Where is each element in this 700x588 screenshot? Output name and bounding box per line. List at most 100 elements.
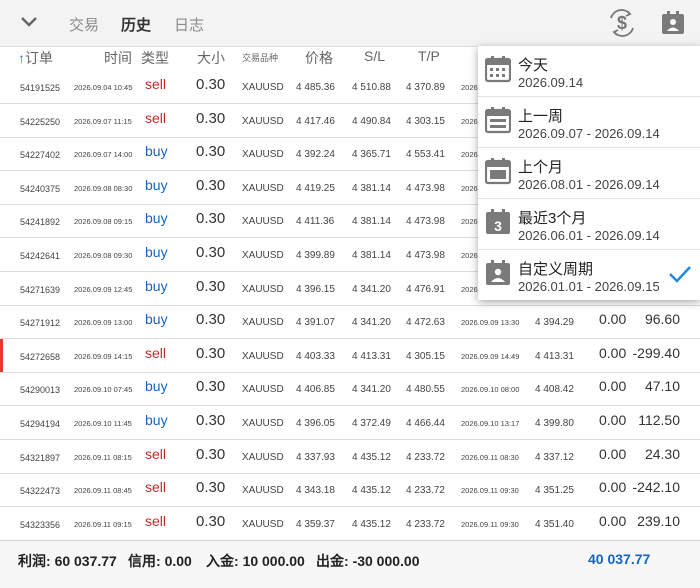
stop-loss: 4 381.14 bbox=[352, 250, 391, 261]
open-time: 2026.09.07 14:00 bbox=[74, 150, 133, 160]
lot-size: 0.30 bbox=[196, 143, 226, 161]
trade-type: buy bbox=[145, 176, 168, 193]
trade-type: buy bbox=[145, 277, 168, 294]
column-symbol[interactable]: 交易品种 bbox=[242, 51, 278, 64]
stop-loss: 4 435.12 bbox=[352, 485, 391, 497]
trade-type: sell bbox=[145, 344, 167, 361]
order-id: 54272658 bbox=[20, 351, 61, 362]
open-time: 2026.09.11 08:45 bbox=[74, 486, 132, 496]
period-item-last-week[interactable]: 上一周 2026.09.07 - 2026.09.14 bbox=[478, 97, 700, 148]
close-time: 2026.09.10 08:00 bbox=[461, 385, 520, 395]
table-row[interactable]: 54272658 2026.09.09 14:15 sell 0.30 XAUUSD 4 … bbox=[0, 338, 700, 373]
period-item-last-month[interactable]: 上个月 2026.08.01 - 2026.09.14 bbox=[478, 148, 700, 199]
column-type[interactable]: 类型 bbox=[141, 48, 169, 68]
top-bar: 交易 历史 日志 $ bbox=[0, 0, 700, 47]
table-row[interactable]: 54321897 2026.09.11 08:15 sell 0.30 XAUUSD 4 … bbox=[0, 440, 700, 474]
currency-exchange-icon[interactable]: $ bbox=[608, 9, 636, 37]
open-price: 4 337.93 bbox=[296, 451, 335, 463]
stop-loss: 4 381.14 bbox=[352, 182, 391, 194]
open-price: 4 403.33 bbox=[296, 350, 335, 362]
close-time: 2026.09.10 13:17 bbox=[461, 419, 520, 428]
period-title: 今天 bbox=[518, 57, 549, 74]
column-price[interactable]: 价格 bbox=[305, 48, 333, 68]
lot-size: 0.30 bbox=[196, 311, 226, 329]
close-price: 4 394.29 bbox=[535, 317, 574, 329]
period-range: 2026.09.07 - 2026.09.14 bbox=[518, 126, 660, 141]
column-size[interactable]: 大小 bbox=[197, 48, 225, 68]
column-time[interactable]: 时间 bbox=[104, 48, 132, 68]
profit: 47.10 bbox=[644, 378, 680, 395]
profit: -242.10 bbox=[632, 479, 680, 496]
summary-bar: 利润: 60 037.77 信用: 0.00 入金: 10 000.00 出金:… bbox=[0, 540, 700, 588]
calendar-3-icon: 3 bbox=[486, 209, 510, 234]
symbol: XAUUSD bbox=[242, 250, 284, 261]
commission: 0.00 bbox=[599, 311, 627, 328]
period-range: 2026.08.01 - 2026.09.14 bbox=[518, 177, 660, 192]
lot-size: 0.30 bbox=[196, 176, 226, 194]
symbol: XAUUSD bbox=[242, 350, 284, 362]
profit: 239.10 bbox=[637, 512, 680, 529]
deposit-label: 入金: bbox=[206, 553, 239, 569]
withdraw-label: 出金: bbox=[316, 553, 349, 569]
open-price: 4 396.15 bbox=[296, 283, 335, 295]
order-id: 54242641 bbox=[20, 251, 61, 261]
deposit-summary: 入金: 10 000.00 bbox=[206, 551, 305, 571]
trade-type: sell bbox=[145, 76, 167, 92]
tab-journal[interactable]: 日志 bbox=[174, 14, 204, 35]
stop-loss: 4 372.49 bbox=[352, 418, 391, 429]
open-price: 4 485.36 bbox=[296, 82, 335, 93]
symbol: XAUUSD bbox=[242, 317, 284, 329]
order-id: 54323356 bbox=[20, 519, 61, 530]
lot-size: 0.30 bbox=[196, 344, 226, 362]
lot-size: 0.30 bbox=[196, 479, 226, 497]
period-item-last-3-months[interactable]: 3 最近3个月 2026.06.01 - 2026.09.14 bbox=[478, 199, 700, 250]
trade-type: buy bbox=[145, 244, 168, 260]
take-profit: 4 476.91 bbox=[406, 283, 445, 295]
period-title: 上个月 bbox=[518, 159, 564, 176]
period-item-custom[interactable]: 自定义周期 2026.01.01 - 2026.09.15 bbox=[478, 250, 700, 300]
take-profit: 4 473.98 bbox=[406, 182, 445, 194]
check-icon bbox=[669, 266, 691, 283]
period-range: 2026.09.14 bbox=[518, 75, 584, 90]
tab-trade[interactable]: 交易 bbox=[69, 14, 99, 35]
column-tp[interactable]: T/P bbox=[418, 48, 440, 64]
close-price: 4 337.12 bbox=[535, 451, 574, 463]
order-id: 54225250 bbox=[20, 116, 61, 127]
close-price: 4 351.25 bbox=[535, 485, 574, 497]
chevron-down-icon[interactable] bbox=[18, 11, 40, 33]
calendar-profile-icon[interactable] bbox=[659, 9, 687, 37]
close-time: 2026.09.09 14:49 bbox=[461, 351, 520, 361]
profit-value: 60 037.77 bbox=[54, 553, 117, 569]
table-row[interactable]: 54322473 2026.09.11 08:45 sell 0.30 XAUUSD 4 … bbox=[0, 473, 700, 508]
table-row[interactable]: 54323356 2026.09.11 09:15 sell 0.30 XAUUSD 4 … bbox=[0, 507, 700, 541]
row-marker bbox=[0, 338, 3, 372]
column-order[interactable]: ↑订单 bbox=[18, 48, 53, 68]
calendar-month-icon bbox=[485, 158, 511, 185]
profit-summary: 利润: 60 037.77 bbox=[18, 551, 117, 571]
commission: 0.00 bbox=[599, 344, 627, 361]
open-time: 2026.09.08 09:15 bbox=[74, 217, 133, 227]
order-id: 54322473 bbox=[20, 486, 61, 497]
order-id: 54240375 bbox=[20, 183, 61, 194]
close-price: 4 413.31 bbox=[535, 350, 574, 362]
order-id: 54294194 bbox=[20, 419, 61, 429]
table-row[interactable]: 54294194 2026.09.10 11:45 buy 0.30 XAUUSD 4 3… bbox=[0, 406, 700, 440]
tab-history[interactable]: 历史 bbox=[121, 14, 151, 35]
open-price: 4 343.18 bbox=[296, 485, 335, 497]
open-time: 2026.09.10 11:45 bbox=[74, 419, 132, 428]
period-item-today[interactable]: 今天 2026.09.14 bbox=[478, 46, 700, 97]
column-sl[interactable]: S/L bbox=[364, 48, 385, 64]
lot-size: 0.30 bbox=[196, 277, 226, 295]
order-id: 54241892 bbox=[20, 217, 61, 228]
symbol: XAUUSD bbox=[242, 216, 284, 228]
open-time: 2026.09.11 08:15 bbox=[74, 452, 132, 462]
table-row[interactable]: 54271912 2026.09.09 13:00 buy 0.30 XAUUSD 4 3… bbox=[0, 305, 700, 340]
lot-size: 0.30 bbox=[196, 378, 226, 396]
period-dropdown: 今天 2026.09.14 上一周 2026.09.07 - 2026.09.1… bbox=[478, 46, 700, 300]
order-id: 54321897 bbox=[20, 452, 61, 463]
table-row[interactable]: 54290013 2026.09.10 07:45 buy 0.30 XAUUSD 4 4… bbox=[0, 372, 700, 407]
stop-loss: 4 365.71 bbox=[352, 149, 391, 161]
take-profit: 4 305.15 bbox=[406, 350, 445, 362]
open-price: 4 396.05 bbox=[296, 418, 335, 429]
open-time: 2026.09.08 08:30 bbox=[74, 183, 133, 193]
